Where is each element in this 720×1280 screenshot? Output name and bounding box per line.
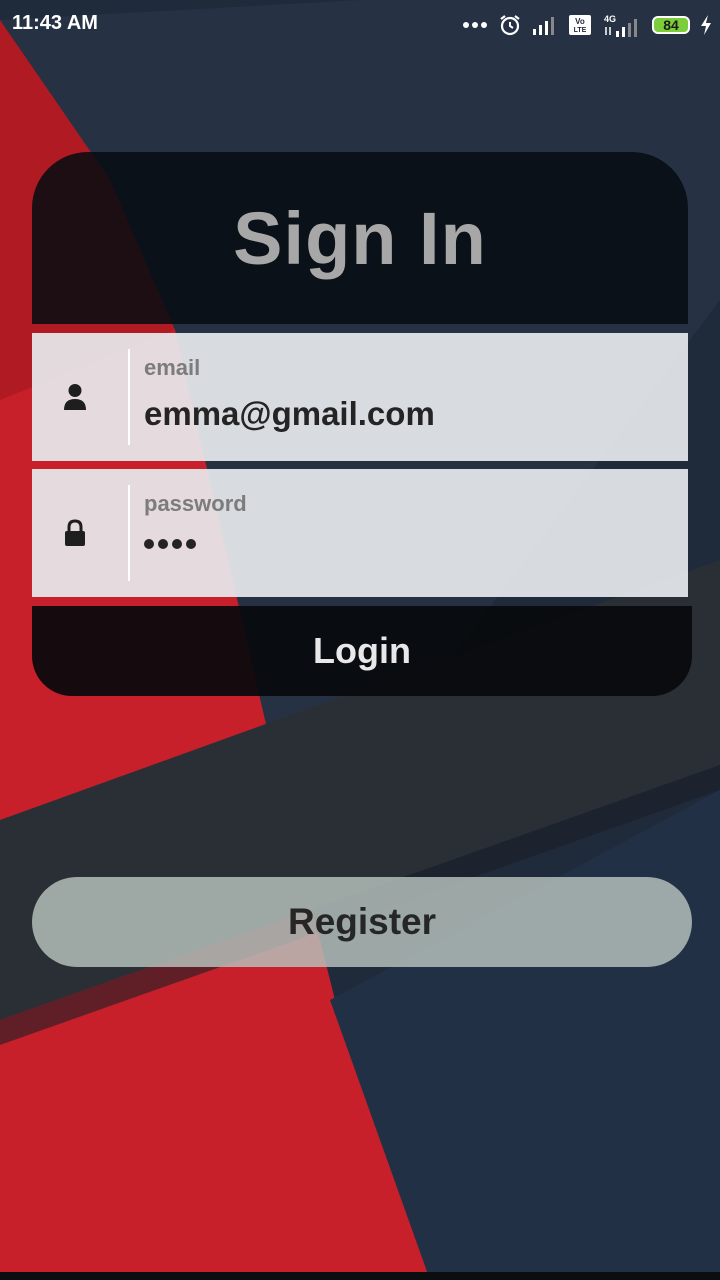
- password-input[interactable]: [144, 539, 196, 549]
- bottom-edge: [0, 1272, 720, 1280]
- login-button[interactable]: Login: [32, 606, 692, 696]
- status-icons: Vo LTE 4G 84: [462, 10, 712, 40]
- charging-icon: [700, 15, 712, 35]
- field-divider: [128, 349, 130, 445]
- password-mask-dot: [172, 539, 182, 549]
- password-label: password: [144, 491, 247, 516]
- sign-in-header: Sign In: [32, 152, 688, 324]
- status-bar: 11:43 AM Vo LTE 4G 84: [0, 0, 720, 48]
- password-mask-dot: [158, 539, 168, 549]
- login-label: Login: [313, 630, 411, 671]
- battery-icon: 84: [652, 16, 690, 34]
- email-label: email: [144, 355, 201, 380]
- volte-icon: Vo LTE: [568, 14, 592, 36]
- person-icon: [63, 383, 87, 411]
- svg-text:Vo: Vo: [575, 17, 585, 26]
- email-field[interactable]: email emma@gmail.com: [32, 333, 688, 461]
- field-divider: [128, 485, 130, 581]
- alarm-icon: [498, 13, 522, 37]
- password-mask-dot: [186, 539, 196, 549]
- register-button[interactable]: Register: [32, 877, 692, 967]
- svg-text:4G: 4G: [604, 14, 616, 24]
- email-input[interactable]: emma@gmail.com: [144, 395, 435, 433]
- signal-4g-icon: 4G: [602, 13, 642, 37]
- svg-text:LTE: LTE: [574, 27, 587, 34]
- register-label: Register: [287, 901, 437, 942]
- password-mask-dot: [144, 539, 154, 549]
- page-title: Sign In: [233, 197, 487, 280]
- status-time: 11:43 AM: [12, 12, 98, 34]
- lock-icon: [63, 519, 87, 547]
- password-field[interactable]: password: [32, 469, 688, 597]
- signal-icon: [532, 15, 558, 35]
- more-dots-icon: [462, 21, 488, 29]
